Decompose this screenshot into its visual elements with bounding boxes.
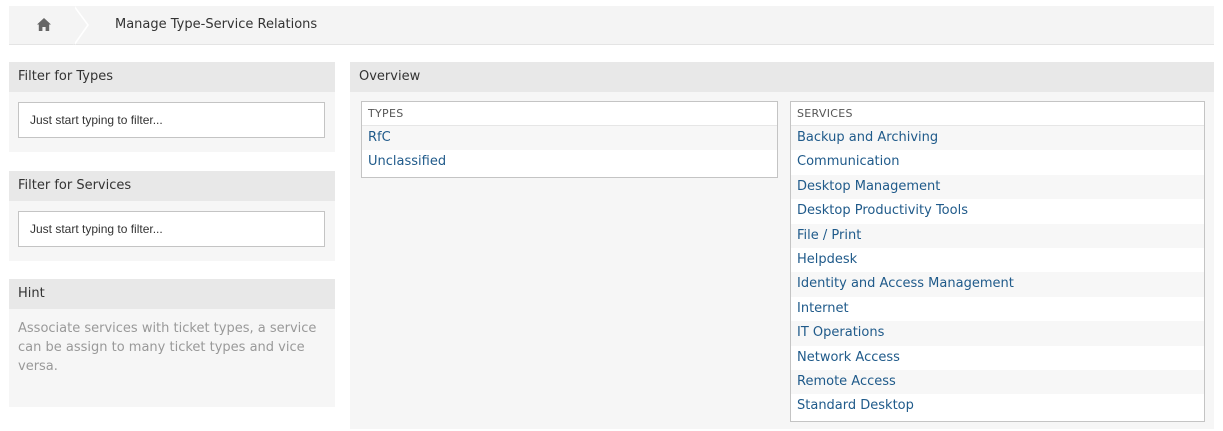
service-list-item[interactable]: Standard Desktop [791,394,1204,418]
service-list-item[interactable]: Network Access [791,346,1204,370]
filter-types-title: Filter for Types [9,62,335,92]
hint-text: Associate services with ticket types, a … [18,321,317,374]
breadcrumb-home-link[interactable] [9,6,75,45]
service-list-item[interactable]: Desktop Management [791,174,1204,200]
service-list-item[interactable]: Backup and Archiving [791,126,1204,151]
types-list-header: TYPES [362,102,777,126]
filter-types-widget: Filter for Types [9,62,335,152]
filter-services-title: Filter for Services [9,171,335,201]
type-list-item[interactable]: RfC [362,126,777,151]
hint-widget: Hint Associate services with ticket type… [9,279,335,407]
breadcrumb: Manage Type-Service Relations [9,6,1214,45]
service-list-item[interactable]: File / Print [791,223,1204,248]
service-list-item[interactable]: Communication [791,150,1204,174]
filter-types-input[interactable] [18,102,325,138]
overview-title: Overview [350,62,1214,92]
page-title: Manage Type-Service Relations [115,17,318,32]
service-list-item[interactable]: Identity and Access Management [791,272,1204,297]
service-list-item[interactable]: Helpdesk [791,248,1204,272]
hint-title: Hint [9,279,335,309]
services-list: SERVICES Backup and Archiving Communicati… [790,101,1205,422]
type-list-item[interactable]: Unclassified [362,150,777,174]
service-list-item[interactable]: Internet [791,297,1204,321]
service-list-item[interactable]: IT Operations [791,321,1204,346]
home-icon [37,18,51,31]
filter-services-widget: Filter for Services [9,171,335,261]
filter-services-input[interactable] [18,211,325,247]
service-list-item[interactable]: Remote Access [791,369,1204,395]
services-list-header: SERVICES [791,102,1204,126]
overview-widget: Overview TYPES RfC Unclassified SERVICES … [350,62,1214,429]
types-list: TYPES RfC Unclassified [361,101,778,178]
service-list-item[interactable]: Desktop Productivity Tools [791,199,1204,223]
